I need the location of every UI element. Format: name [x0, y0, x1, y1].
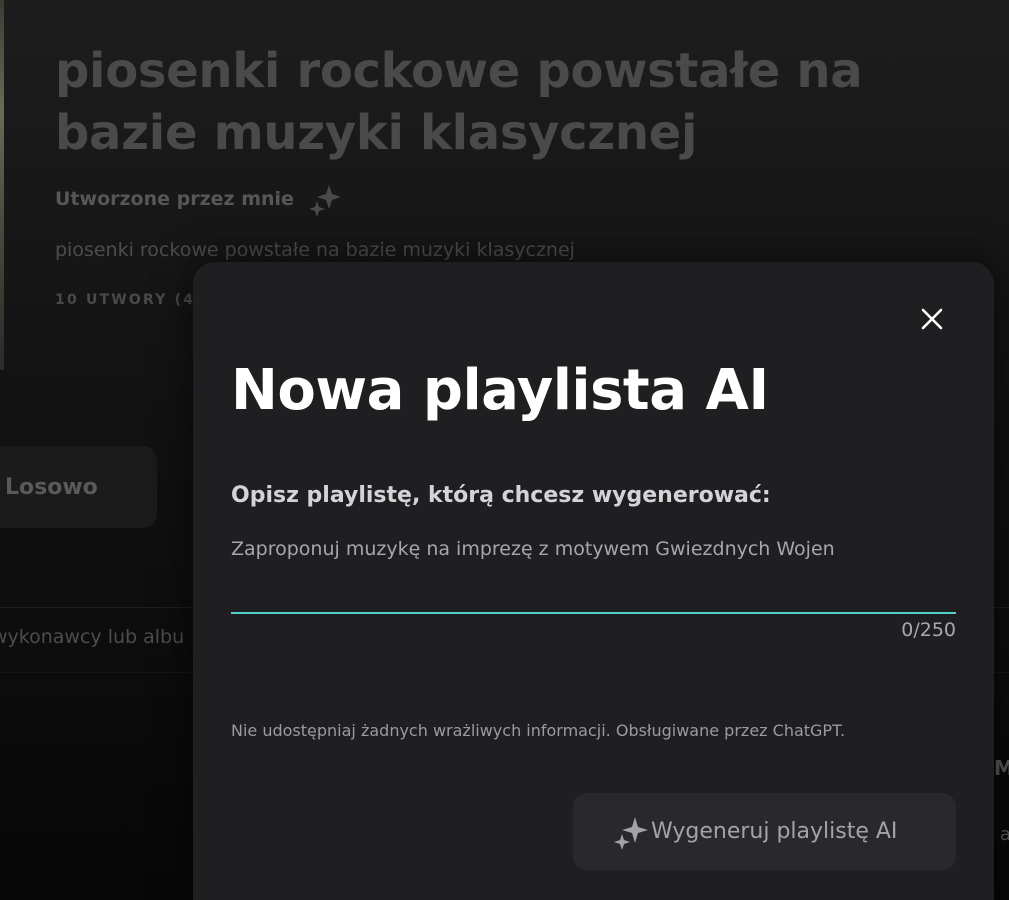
creator-label: Utworzone przez mnie [55, 188, 294, 210]
generate-button-label: Wygeneruj playlistę AI [651, 819, 898, 844]
sparkles-icon [308, 185, 341, 217]
cropped-text: M [994, 756, 1009, 780]
close-icon [921, 308, 943, 330]
playlist-title: piosenki rockowe powstałe na bazie muzyk… [55, 43, 863, 161]
page: piosenki rockowe powstałe na bazie muzyk… [0, 0, 1009, 900]
shuffle-button-label: Losowo [5, 474, 98, 500]
playlist-cover-art [0, 0, 4, 370]
disclaimer-text: Nie udostępniaj żadnych wrażliwych infor… [231, 721, 846, 740]
search-hint-text: wykonawcy lub albu [0, 626, 185, 648]
generate-playlist-button[interactable]: Wygeneruj playlistę AI [573, 793, 956, 870]
character-counter: 0/250 [901, 619, 956, 641]
cropped-text: a [1000, 824, 1009, 845]
prompt-field-label: Opisz playlistę, którą chcesz wygenerowa… [231, 483, 771, 508]
dialog-title: Nowa playlista AI [231, 358, 769, 423]
sparkles-icon [614, 816, 648, 850]
ai-playlist-dialog: Nowa playlista AI Opisz playlistę, którą… [193, 262, 994, 900]
playlist-description: piosenki rockowe powstałe na bazie muzyk… [55, 239, 575, 261]
playlist-prompt-input[interactable] [231, 530, 956, 614]
track-count: 10 UTWORY (4 [55, 292, 196, 308]
shuffle-button[interactable]: Losowo [0, 446, 157, 528]
close-button[interactable] [918, 305, 946, 333]
playlist-creator[interactable]: Utworzone przez mnie [55, 181, 344, 217]
